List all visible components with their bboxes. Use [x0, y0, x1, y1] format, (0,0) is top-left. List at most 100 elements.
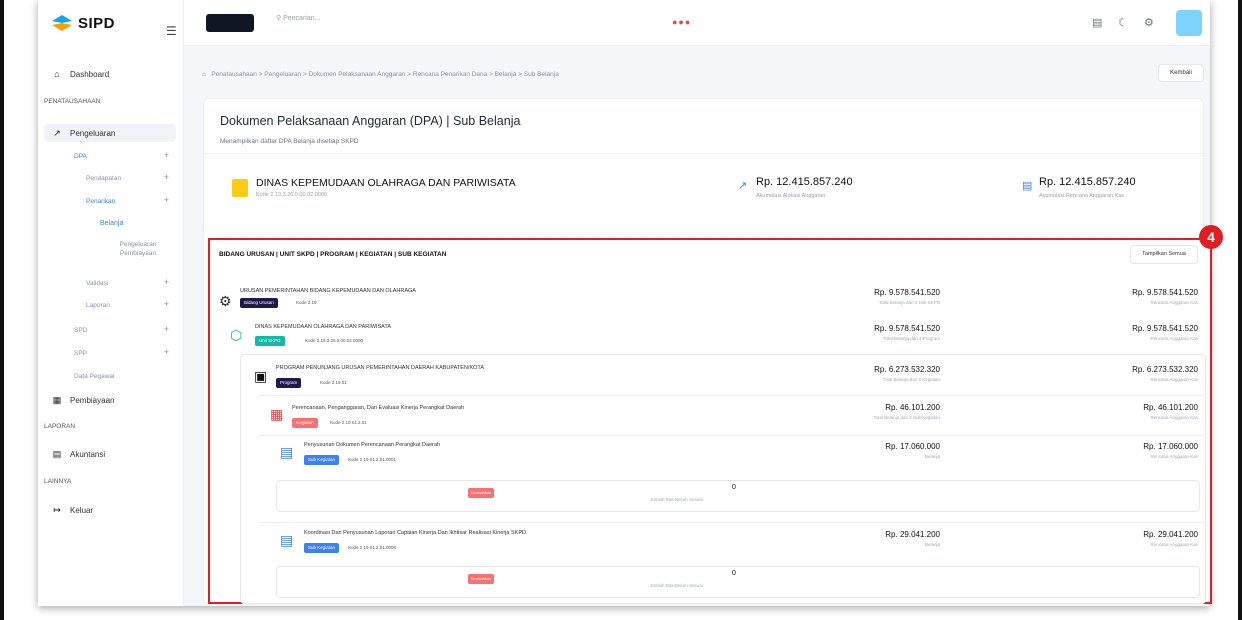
sidebar-item-laporan-sub[interactable]: Laporan — [86, 297, 110, 313]
sidebar-item-label: SPD — [74, 326, 88, 334]
row-rak-value: Rp. 6.273.532.320 — [1132, 365, 1198, 374]
logout-icon: ↦ — [53, 505, 61, 515]
row-rak-value: Rp. 9.578.541.520 — [1132, 324, 1198, 333]
search-icon: ⚲ — [276, 15, 282, 22]
show-all-button[interactable]: Tampilkan Semua — [1130, 245, 1198, 264]
stat-alokasi-value: Rp. 12.415.857.240 — [756, 176, 853, 188]
document-icon: ▤ — [280, 444, 294, 460]
divider — [260, 435, 1206, 436]
row-rak-label: Rencana Anggaran Kas — [1150, 377, 1198, 382]
settings-icon[interactable]: ⚙ — [1144, 16, 1154, 29]
row-rak-label: Rencana Anggaran Kas — [1150, 415, 1198, 420]
document-icon: ▤ — [52, 449, 62, 459]
row-tag: Bidang Urusan — [240, 298, 278, 308]
row-value: Rp. 9.578.541.520 — [874, 324, 940, 333]
row-value: Rp. 17.060.000 — [885, 442, 940, 451]
rak-panel — [276, 480, 1200, 512]
sidebar-item-belanja[interactable]: Belanja — [100, 215, 123, 231]
document-icon: ▤ — [280, 532, 294, 548]
tambahkan-button[interactable]: Tambahkan — [468, 574, 494, 584]
rak-label: Jumlah Rak Belum Sesuai — [650, 497, 703, 502]
row-rak-label: Rencana Anggaran Kas — [1150, 542, 1198, 547]
trend-icon: ↗ — [738, 180, 748, 192]
expand-icon[interactable]: + — [164, 299, 169, 309]
file-plus-icon: ▦ — [270, 406, 284, 422]
sidebar-item-label: Pendapatan — [86, 174, 122, 182]
expand-icon[interactable]: + — [164, 195, 169, 205]
divider — [260, 395, 1206, 396]
row-value: Rp. 46.101.200 — [885, 403, 940, 412]
sidebar-item-dpa[interactable]: DPA — [74, 148, 87, 164]
row-value: Rp. 9.578.541.520 — [874, 288, 940, 297]
row-tag: Sub Kegiatan — [304, 543, 340, 553]
row-label: Total Belanja dari 8 Kegiatan — [882, 377, 940, 382]
row-rak-label: Rencana Anggaran Kas — [1150, 336, 1198, 341]
sidebar-item-akuntansi[interactable]: ▤ Akuntansi — [52, 446, 105, 462]
row-title: PROGRAM PENUNJANG URUSAN PEMERINTAHAN DA… — [276, 365, 485, 371]
sidebar-item-pengeluaran-pembiayaan[interactable]: Pengeluaran Pembiayaan — [108, 238, 168, 260]
search-input[interactable]: ⚲ Pencarian... — [276, 14, 320, 22]
row-tag: Program — [276, 378, 302, 388]
row-title: Koordinasi Dan Penyusunan Laporan Capaia… — [304, 530, 526, 536]
sidebar-item-spd[interactable]: SPD — [74, 322, 87, 338]
sidebar-item-spp[interactable]: SPP — [74, 345, 87, 361]
row-label: Total Belanja dari 1 Unit SKPD — [878, 300, 940, 305]
sidebar-item-pendapatan[interactable]: Pendapatan — [86, 170, 121, 186]
theme-toggle-icon[interactable]: ☾ — [1118, 16, 1128, 29]
tambahkan-button[interactable]: Tambahkan — [468, 488, 494, 498]
sidebar-item-pembiayaan[interactable]: ▦ Pembiayaan — [52, 392, 115, 408]
workspace-badge[interactable] — [206, 14, 254, 32]
back-button[interactable]: Kembali — [1158, 64, 1204, 82]
home-icon: ⌂ — [54, 69, 60, 79]
sidebar-item-label: DPA — [74, 152, 87, 160]
expand-icon[interactable]: + — [164, 324, 169, 334]
rak-count: 0 — [732, 484, 736, 491]
topbar: ⚲ Pencarian... ●●● ▤ ☾ ⚙ — [184, 0, 1210, 46]
rak-label: Jumlah Rak Belum Sesuai — [650, 583, 703, 588]
row-title: URUSAN PEMERINTAHAN BIDANG KEPEMUDAAN DA… — [240, 288, 416, 294]
row-title: Perencanaan, Penganggaran, Dan Evaluasi … — [292, 405, 465, 411]
sidebar-item-label: Belanja — [100, 219, 124, 227]
row-kode: Kode 2.19.01.2.01.0006 — [348, 545, 397, 550]
sidebar-item-data-pegawai[interactable]: Data Pegawai — [74, 368, 114, 384]
expand-icon[interactable]: + — [164, 347, 169, 357]
stat-rak-value: Rp. 12.415.857.240 — [1039, 176, 1136, 188]
row-rak-label: Rencana Anggaran Kas — [1150, 454, 1198, 459]
row-tag: Kegiatan — [292, 418, 318, 428]
sidebar-item-dashboard[interactable]: ⌂ Dashboard — [52, 66, 109, 82]
breadcrumb: ⌂ Penatausahaan > Pengeluaran > Dokumen … — [202, 71, 559, 78]
row-kode: Kode 2.19.01.2.01 — [330, 420, 367, 425]
logo[interactable]: SIPD — [38, 0, 183, 46]
menu-toggle-icon[interactable]: ☰ — [166, 24, 177, 38]
sidebar-item-label: SPP — [74, 349, 88, 357]
avatar[interactable] — [1176, 10, 1202, 36]
sidebar-item-validasi[interactable]: Validasi — [86, 275, 108, 291]
expand-icon[interactable]: + — [164, 277, 169, 287]
row-label: Total Belanja dari 2 Sub Kegiatan — [873, 415, 940, 420]
row-value: Rp. 6.273.532.320 — [874, 365, 940, 374]
section-laporan: LAPORAN — [44, 423, 76, 430]
sidebar-item-keluar[interactable]: ↦ Keluar — [52, 502, 93, 518]
sipd-logo-icon — [52, 15, 72, 31]
breadcrumb-text[interactable]: Penatausahaan > Pengeluaran > Dokumen Pe… — [211, 71, 558, 78]
wallet-icon: ▦ — [52, 395, 62, 405]
sidebar-item-label: Akuntansi — [70, 449, 106, 459]
sidebar-item-label: Keluar — [70, 505, 94, 515]
folder-plus-icon: ▣ — [254, 368, 268, 384]
sidebar-item-label: Dashboard — [70, 69, 110, 79]
row-rak-value: Rp. 46.101.200 — [1143, 403, 1198, 412]
expand-icon[interactable]: + — [164, 150, 169, 160]
row-rak-value: Rp. 17.060.000 — [1143, 442, 1198, 451]
home-icon[interactable]: ⌂ — [202, 71, 206, 78]
sidebar-item-label: Laporan — [86, 301, 110, 309]
sidebar-item-label: Pengeluaran — [70, 128, 116, 138]
skpd-logo-icon — [232, 179, 248, 197]
sidebar-item-penarikan[interactable]: Penarikan — [86, 193, 115, 209]
sidebar-item-label: Pengeluaran Pembiayaan — [119, 241, 157, 257]
calendar-icon[interactable]: ▤ — [1092, 16, 1102, 29]
expand-icon[interactable]: + — [164, 172, 169, 182]
sidebar-item-pengeluaran[interactable]: ↗ Pengeluaran — [52, 125, 115, 141]
table-header: BIDANG URUSAN | UNIT SKPD | PROGRAM | KE… — [219, 251, 447, 258]
sidebar-item-label: Penarikan — [86, 197, 116, 205]
row-rak-label: Rencana Anggaran Kas — [1150, 300, 1198, 305]
